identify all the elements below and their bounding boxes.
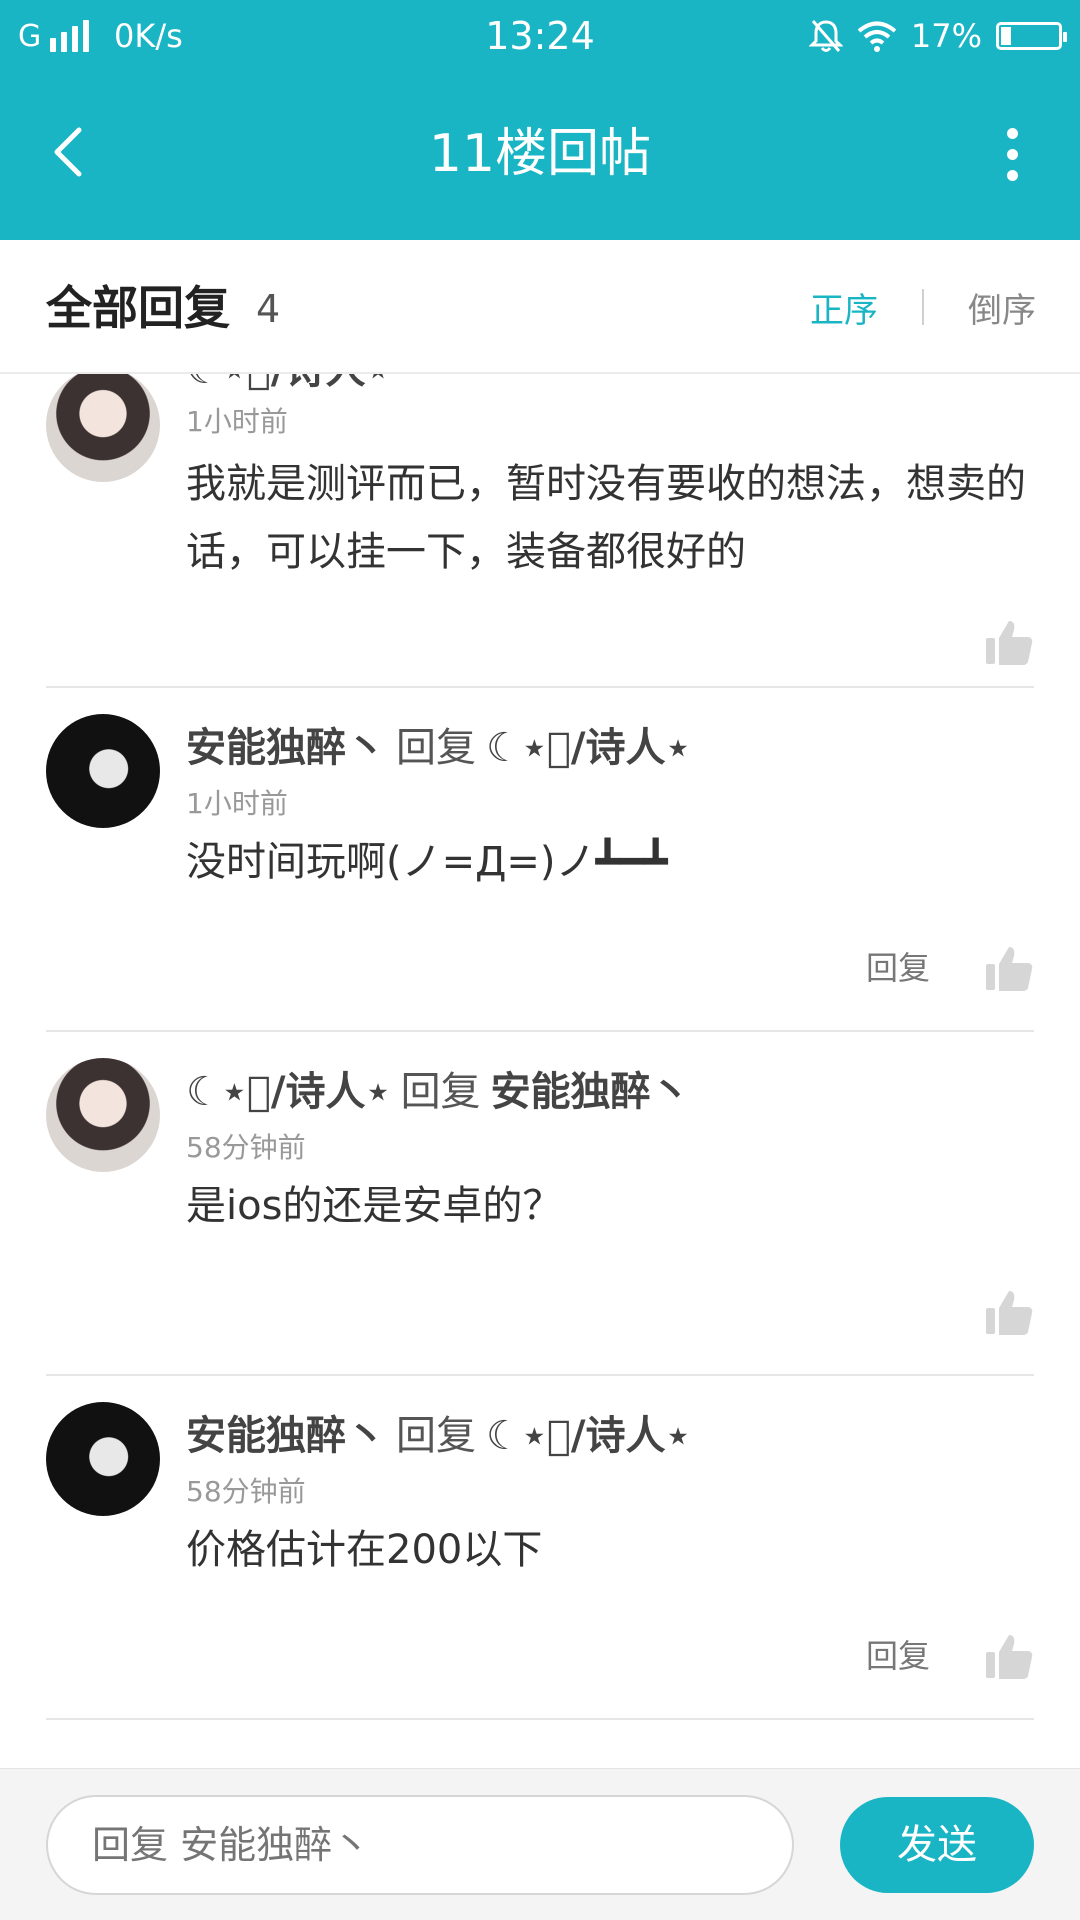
thumbs-up-icon[interactable] xyxy=(984,1632,1034,1682)
reply-item: ☾⋆ᷤ/诗人⋆ 1小时前 我就是测评而已，暂时没有要收的想法，想卖的话，可以挂一… xyxy=(0,374,1080,688)
battery-percent: 17% xyxy=(910,17,982,55)
avatar[interactable] xyxy=(46,1402,160,1516)
sort-toggle: 正序 倒序 xyxy=(810,282,1036,332)
reply-author[interactable]: 安能独醉丶 xyxy=(186,725,386,771)
status-bar: G 0K/s 13:24 17% xyxy=(0,0,1080,74)
reply-button[interactable]: 回复 xyxy=(866,1634,930,1678)
wifi-icon xyxy=(857,21,897,52)
reply-item: 安能独醉丶 回复 ☾⋆ᷤ/诗人⋆ 1小时前 没时间玩啊(ノ=Д=)ノ┻━┻ 回复 xyxy=(0,688,1080,1032)
avatar[interactable] xyxy=(46,714,160,828)
reply-divider xyxy=(46,1718,1034,1720)
reply-time: 58分钟前 xyxy=(186,1131,306,1164)
sort-ascending-button[interactable]: 正序 xyxy=(810,283,878,332)
thumbs-up-icon[interactable] xyxy=(984,1288,1034,1338)
reply-button[interactable]: 回复 xyxy=(866,946,930,990)
reply-item: ☾⋆ᷤ/诗人⋆ 回复 安能独醉丶 58分钟前 是ios的还是安卓的？ xyxy=(0,1032,1080,1376)
reply-composer: 发送 xyxy=(0,1768,1080,1920)
mute-icon xyxy=(808,20,843,52)
thumbs-up-icon[interactable] xyxy=(984,944,1034,994)
reply-time: 1小时前 xyxy=(186,405,288,438)
reply-word: 回复 xyxy=(400,1069,481,1115)
reply-target[interactable]: 安能独醉丶 xyxy=(491,1069,691,1115)
reply-content: 是ios的还是安卓的？ xyxy=(186,1183,563,1229)
reply-target[interactable]: ☾⋆ᷤ/诗人⋆ xyxy=(486,1413,691,1459)
reply-content: 我就是测评而已，暂时没有要收的想法，想卖的话，可以挂一下，装备都很好的 xyxy=(186,461,1026,575)
reply-content: 价格估计在200以下 xyxy=(186,1527,543,1573)
reply-list: ☾⋆ᷤ/诗人⋆ 1小时前 我就是测评而已，暂时没有要收的想法，想卖的话，可以挂一… xyxy=(0,374,1080,1768)
reply-word: 回复 xyxy=(396,1413,476,1459)
avatar[interactable] xyxy=(46,1058,160,1172)
all-replies-label: 全部回复 xyxy=(46,281,230,335)
app-bar: 11楼回帖 xyxy=(0,74,1080,240)
reply-author[interactable]: ☾⋆ᷤ/诗人⋆ xyxy=(186,1069,391,1115)
replies-header: 全部回复 4 正序 倒序 xyxy=(0,240,1080,374)
sort-divider xyxy=(922,289,924,325)
sort-descending-button[interactable]: 倒序 xyxy=(968,283,1036,332)
reply-time: 58分钟前 xyxy=(186,1475,306,1508)
avatar[interactable] xyxy=(46,374,160,482)
reply-author[interactable]: ☾⋆ᷤ/诗人⋆ xyxy=(186,374,391,393)
reply-time: 1小时前 xyxy=(186,787,288,820)
send-button[interactable]: 发送 xyxy=(840,1797,1034,1893)
reply-content: 没时间玩啊(ノ=Д=)ノ┻━┻ xyxy=(186,839,668,885)
reply-item: 安能独醉丶 回复 ☾⋆ᷤ/诗人⋆ 58分钟前 价格估计在200以下 回复 xyxy=(0,1376,1080,1720)
reply-word: 回复 xyxy=(396,725,476,771)
reply-target[interactable]: ☾⋆ᷤ/诗人⋆ xyxy=(486,725,691,771)
page-title: 11楼回帖 xyxy=(428,124,652,184)
reply-author[interactable]: 安能独醉丶 xyxy=(186,1413,386,1459)
reply-input[interactable] xyxy=(46,1795,794,1895)
more-vert-icon[interactable] xyxy=(982,114,1042,194)
thumbs-up-icon[interactable] xyxy=(984,618,1034,668)
battery-icon xyxy=(996,22,1067,50)
reply-count: 4 xyxy=(256,287,281,331)
